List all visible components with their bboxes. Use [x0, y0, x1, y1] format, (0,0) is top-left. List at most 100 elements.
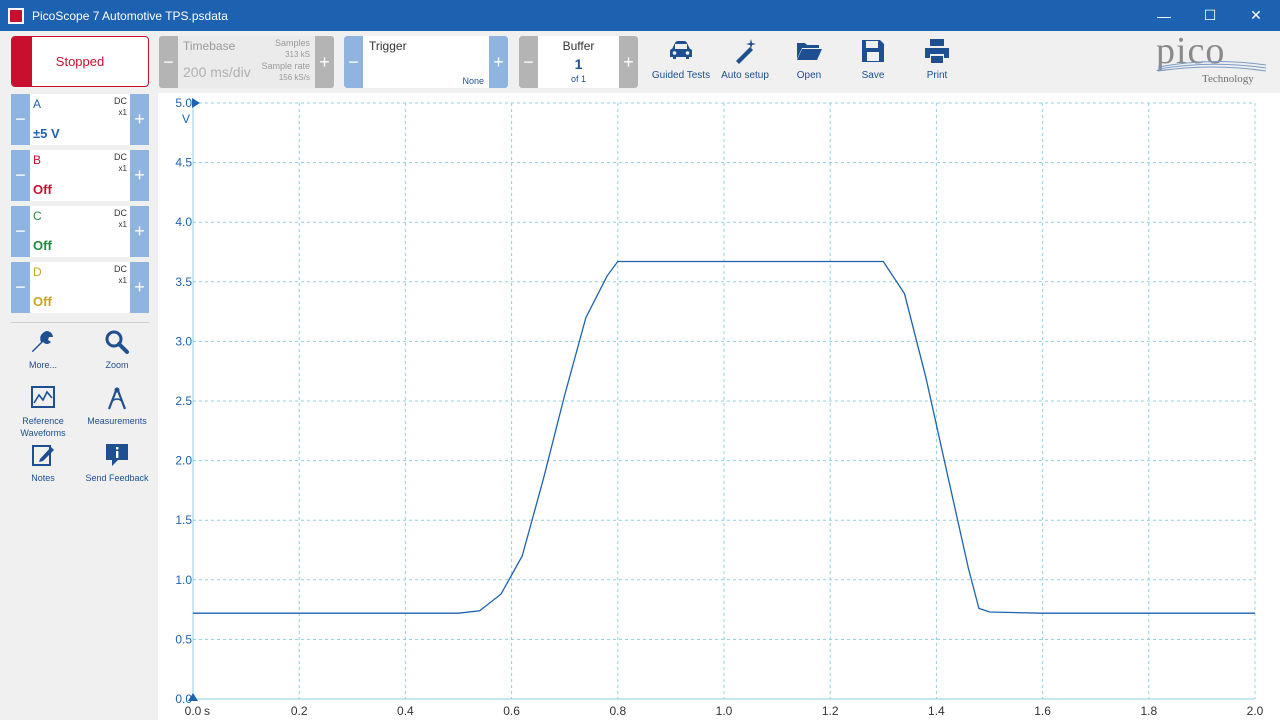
more-button[interactable]: More... — [8, 329, 78, 371]
y-tick-label: 1.5 — [175, 513, 192, 527]
channel-b-decrease-button[interactable]: − — [11, 150, 30, 201]
x-tick-label: 0.8 — [609, 704, 626, 718]
pico-logo: pico Technology — [1152, 30, 1270, 89]
picoscope-window: PicoScope 7 Automotive TPS.psdata — ☐ ✕ … — [0, 0, 1280, 720]
buffer-value: 1 — [574, 56, 583, 72]
buffer-next-button[interactable]: + — [619, 36, 638, 88]
channel-b-card[interactable]: − B DC x1 Off + — [11, 150, 149, 201]
channel-d-decrease-button[interactable]: − — [11, 262, 30, 313]
feedback-icon — [106, 444, 128, 466]
channel-a-card[interactable]: − A DC x1 ±5 V + — [11, 94, 149, 145]
channel-d-increase-button[interactable]: + — [130, 262, 149, 313]
channel-a-probe: x1 — [118, 108, 127, 117]
x-tick-label: 0.2 — [291, 704, 308, 718]
notes-label: Notes — [31, 473, 55, 483]
x-tick-label: 1.2 — [822, 704, 839, 718]
notes-button[interactable]: Notes — [8, 442, 78, 484]
channel-a-coupling: DC — [114, 96, 127, 106]
guided-tests-button[interactable]: Guided Tests — [651, 35, 711, 89]
notes-icon — [32, 445, 54, 466]
samples-label: Samples — [274, 38, 310, 48]
y-tick-label: 3.0 — [175, 334, 192, 348]
channel-c-probe: x1 — [118, 220, 127, 229]
toolbar: Stopped − Timebase 200 ms/div Samples 31… — [0, 30, 1280, 93]
x-tick-label: 2.0 — [1247, 704, 1264, 718]
channel-c-card[interactable]: − C DC x1 Off + — [11, 206, 149, 257]
x-tick-label: 0.0 — [185, 704, 202, 718]
run-state-label: Stopped — [55, 54, 105, 69]
y-tick-label: 4.5 — [175, 156, 192, 170]
channel-d-card[interactable]: − D DC x1 Off + — [11, 262, 149, 313]
trigger-decrease-button[interactable]: − — [344, 36, 363, 88]
guided-tests-label: Guided Tests — [651, 70, 711, 81]
samples-value: 313 kS — [285, 50, 310, 59]
channel-d-coupling: DC — [114, 264, 127, 274]
window-title: PicoScope 7 Automotive TPS.psdata — [32, 8, 228, 23]
timebase-control: − Timebase 200 ms/div Samples 313 kS Sam… — [159, 36, 334, 88]
x-tick-label: 1.4 — [928, 704, 945, 718]
y-tick-label: 2.0 — [175, 454, 192, 468]
channel-b-range: Off — [33, 182, 52, 197]
channel-d-probe: x1 — [118, 276, 127, 285]
send-feedback-button[interactable]: Send Feedback — [82, 442, 152, 484]
channel-b-increase-button[interactable]: + — [130, 150, 149, 201]
channel-a-letter: A — [33, 97, 42, 111]
measurements-button[interactable]: Measurements — [82, 385, 152, 427]
x-tick-label: 0.4 — [397, 704, 414, 718]
trigger-label: Trigger — [369, 39, 407, 53]
reference-waveforms-icon — [31, 386, 55, 408]
x-tick-label: 1.0 — [716, 704, 733, 718]
buffer-control: − Buffer 1 of 1 + — [519, 36, 638, 88]
x-tick-label: 1.6 — [1034, 704, 1051, 718]
app-icon — [8, 7, 24, 24]
open-label: Open — [796, 70, 822, 81]
reference-waveforms-button[interactable]: Reference Waveforms — [8, 385, 78, 439]
sidebar-divider — [11, 322, 149, 323]
y-tick-label: 5.0 — [175, 96, 192, 110]
channel-c-increase-button[interactable]: + — [130, 206, 149, 257]
channel-c-decrease-button[interactable]: − — [11, 206, 30, 257]
channel-a-range: ±5 V — [33, 126, 60, 141]
channel-d-letter: D — [33, 265, 42, 279]
waveform-chart[interactable]: 0.0 0.2 0.4 0.6 0.8 1.0 1.2 1.4 1.6 1.8 2.0s0.00.5… — [160, 93, 1280, 720]
sidebar: − A DC x1 ±5 V + − B DC x1 Off + − C DC … — [0, 93, 158, 720]
save-icon — [862, 40, 884, 62]
maximize-button[interactable]: ☐ — [1187, 0, 1233, 31]
zoom-button[interactable]: Zoom — [82, 329, 152, 371]
scope-plot[interactable]: 0.0 0.2 0.4 0.6 0.8 1.0 1.2 1.4 1.6 1.8 2.0 s 0.0 0.5… — [160, 93, 1280, 720]
y-tick-label: 2.5 — [175, 394, 192, 408]
x-tick-label: 0.6 — [503, 704, 520, 718]
y-tick-label: 1.0 — [175, 573, 192, 587]
channel-a-increase-button[interactable]: + — [130, 94, 149, 145]
buffer-count: of 1 — [570, 74, 586, 84]
timebase-increase-button[interactable]: + — [315, 36, 334, 88]
zoom-label: Zoom — [105, 360, 129, 370]
reference-waveforms-label: Reference Waveforms — [20, 416, 66, 438]
trigger-mode: None — [462, 76, 484, 86]
wrench-icon — [32, 331, 53, 352]
channel-a-decrease-button[interactable]: − — [11, 94, 30, 145]
car-icon — [670, 41, 692, 59]
trigger-increase-button[interactable]: + — [489, 36, 508, 88]
y-tick-label: 4.0 — [175, 215, 192, 229]
channel-c-coupling: DC — [114, 208, 127, 218]
y-scale-top-marker — [192, 98, 200, 108]
send-feedback-label: Send Feedback — [85, 473, 149, 483]
buffer-previous-button[interactable]: − — [519, 36, 538, 88]
print-button[interactable]: Print — [907, 35, 967, 89]
channel-d-range: Off — [33, 294, 52, 309]
channel-b-letter: B — [33, 153, 42, 167]
minimize-button[interactable]: — — [1141, 0, 1187, 31]
auto-setup-button[interactable]: Auto setup — [715, 35, 775, 89]
timebase-decrease-button[interactable]: − — [159, 36, 178, 88]
close-button[interactable]: ✕ — [1233, 0, 1279, 31]
channel-c-letter: C — [33, 209, 42, 223]
sample-rate-value: 156 kS/s — [278, 73, 310, 82]
x-tick-label: 1.8 — [1140, 704, 1157, 718]
more-label: More... — [28, 360, 57, 370]
y-tick-label: 3.5 — [175, 275, 192, 289]
open-button[interactable]: Open — [779, 35, 839, 89]
wand-icon — [736, 39, 756, 64]
save-button[interactable]: Save — [843, 35, 903, 89]
run-stop-button[interactable]: Stopped — [11, 36, 149, 87]
